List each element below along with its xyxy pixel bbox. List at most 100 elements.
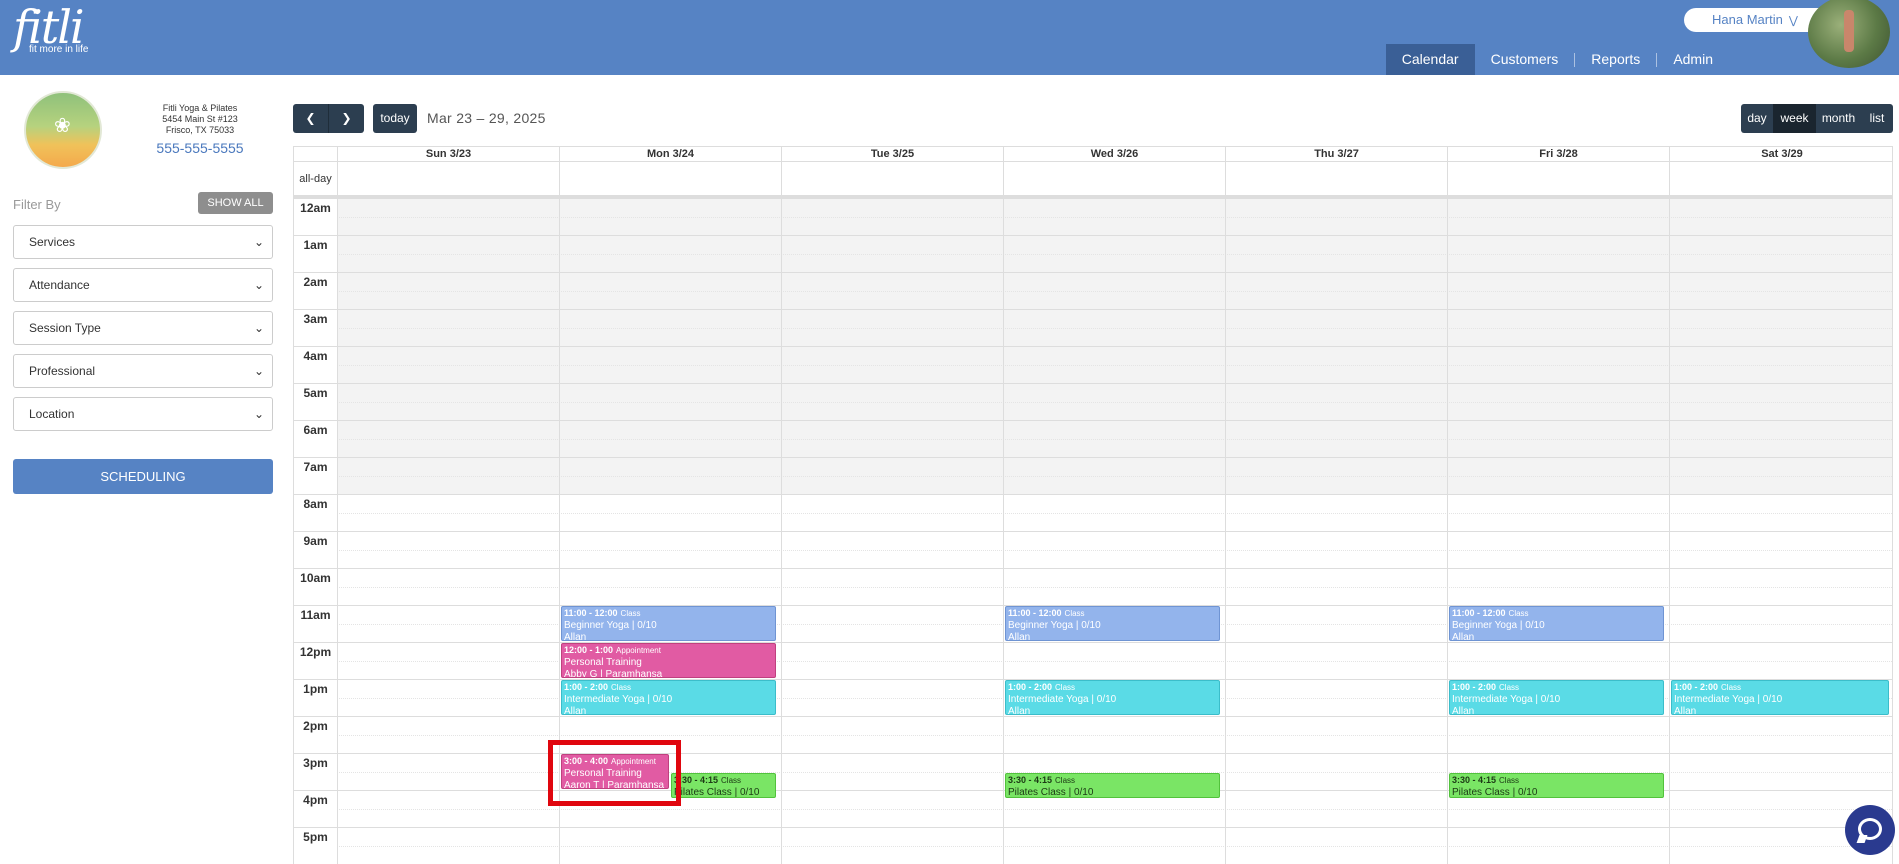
event-who: Allan <box>1008 632 1031 641</box>
event-kind: Class <box>1508 609 1529 618</box>
fitli-logo[interactable]: fitli fit more in life <box>13 4 88 55</box>
session-type-select-label: Session Type <box>29 321 101 335</box>
calendar-event[interactable]: 11:00 - 12:00 Class Beginner Yoga | 0/10 Al… <box>1449 606 1664 641</box>
calendar-event[interactable]: 1:00 - 2:00 Class Intermediate Yoga | 0/10… <box>1449 680 1664 715</box>
all-day-cell[interactable] <box>337 162 559 196</box>
day-header[interactable]: Sat 3/29 <box>1669 147 1892 161</box>
event-kind: Class <box>611 683 632 692</box>
chevron-down-icon: ⌄ <box>253 407 264 421</box>
chevron-left-icon: ❮ <box>305 111 316 125</box>
day-header[interactable]: Thu 3/27 <box>1225 147 1447 161</box>
time-label: 1pm <box>294 680 337 717</box>
calendar-event[interactable]: 3:30 - 4:15 Class Pilates Class | 0/10 <box>1005 772 1220 799</box>
event-time: 1:00 - 2:00 <box>1674 682 1719 692</box>
all-day-label: all-day <box>299 173 332 185</box>
nav-admin[interactable]: Admin <box>1657 44 1729 75</box>
calendar-event[interactable]: 11:00 - 12:00 Class Beginner Yoga | 0/10 Al… <box>1005 606 1220 641</box>
session-type-select[interactable]: Session Type ⌄ <box>13 311 273 345</box>
attendance-select[interactable]: Attendance ⌄ <box>13 268 273 302</box>
event-who: Allan <box>1452 706 1475 715</box>
event-kind: Class <box>620 609 641 618</box>
show-all-button[interactable]: SHOW ALL <box>198 192 273 214</box>
double-chevron-down-icon: ⋁ <box>1788 15 1798 27</box>
time-slot[interactable]: 2am <box>294 272 1892 310</box>
event-title: Pilates Class | 0/10 <box>1008 786 1094 798</box>
event-time-line: 1:00 - 2:00 Class <box>1674 681 1886 694</box>
chevron-down-icon: ⌄ <box>253 364 264 378</box>
prev-week-button[interactable]: ❮ <box>293 104 328 133</box>
time-label: 5pm <box>294 828 337 864</box>
calendar-event[interactable]: 1:00 - 2:00 Class Intermediate Yoga | 0/10… <box>1671 680 1889 715</box>
services-select[interactable]: Services ⌄ <box>13 225 273 259</box>
chevron-down-icon: ⌄ <box>253 321 264 335</box>
view-month-button[interactable]: month <box>1816 104 1861 133</box>
time-slot[interactable]: 5pm <box>294 827 1892 864</box>
calendar-event[interactable]: 12:00 - 1:00 Appointment Personal Training… <box>561 643 776 678</box>
view-day-button[interactable]: day <box>1741 104 1773 133</box>
time-slot[interactable]: 6am <box>294 420 1892 458</box>
time-slot[interactable]: 9am <box>294 531 1892 569</box>
day-header[interactable]: Wed 3/26 <box>1003 147 1225 161</box>
chat-button[interactable] <box>1845 805 1895 855</box>
scheduling-button[interactable]: SCHEDULING <box>13 459 273 494</box>
time-slot[interactable]: 4am <box>294 346 1892 384</box>
calendar-event[interactable]: 1:00 - 2:00 Class Intermediate Yoga | 0/10… <box>1005 680 1220 715</box>
time-slot[interactable]: 12am <box>294 198 1892 236</box>
event-kind: Class <box>1499 683 1520 692</box>
time-slot[interactable]: 12pm <box>294 642 1892 680</box>
time-slot[interactable]: 7am <box>294 457 1892 495</box>
nav-customers[interactable]: Customers <box>1475 44 1575 75</box>
time-label: 9am <box>294 532 337 569</box>
calendar-event[interactable]: 3:30 - 4:15 Class Pilates Class | 0/10 <box>1449 772 1664 799</box>
avatar[interactable] <box>1808 0 1890 68</box>
chevron-down-icon: ⌄ <box>253 278 264 292</box>
location-select[interactable]: Location ⌄ <box>13 397 273 431</box>
calendar-event[interactable]: 11:00 - 12:00 Class Beginner Yoga | 0/10 Al… <box>561 606 776 641</box>
event-who: Allan <box>1452 632 1475 641</box>
event-time-line: 1:00 - 2:00 Class <box>1452 681 1661 694</box>
nav-calendar[interactable]: Calendar <box>1385 44 1475 75</box>
view-week-button[interactable]: week <box>1773 104 1816 133</box>
location-select-label: Location <box>29 407 75 421</box>
day-header[interactable]: Mon 3/24 <box>559 147 781 161</box>
all-day-cell[interactable] <box>559 162 781 196</box>
day-header[interactable]: Fri 3/28 <box>1447 147 1669 161</box>
view-list-button[interactable]: list <box>1861 104 1893 133</box>
professional-select[interactable]: Professional ⌄ <box>13 354 273 388</box>
next-week-button[interactable]: ❯ <box>328 104 364 133</box>
time-slot[interactable]: 8am <box>294 494 1892 532</box>
all-day-cell[interactable] <box>1447 162 1669 196</box>
time-slot[interactable]: 5am <box>294 383 1892 421</box>
studio-phone[interactable]: 555-555-5555 <box>140 140 260 156</box>
calendar-event[interactable]: 1:00 - 2:00 Class Intermediate Yoga | 0/10… <box>561 680 776 715</box>
time-slot[interactable]: 2pm <box>294 716 1892 754</box>
event-kind: Class <box>1055 775 1076 785</box>
all-day-cell[interactable] <box>1003 162 1225 196</box>
event-time-line: 3:30 - 4:15 Class <box>1008 774 1217 787</box>
calendar-event[interactable]: 3:30 - 4:15 Class Pilates Class | 0/10 <box>671 772 776 799</box>
nav-reports[interactable]: Reports <box>1575 44 1656 75</box>
day-header[interactable]: Sun 3/23 <box>337 147 559 161</box>
time-label: 11am <box>294 606 337 643</box>
time-grid: 12am 1am 2am 3am 4am 5am 6am 7am 8am 9am 10am 11am 1… <box>294 198 1892 864</box>
all-day-cell[interactable] <box>1225 162 1447 196</box>
event-time: 3:30 - 4:15 <box>1452 774 1497 785</box>
day-header[interactable]: Tue 3/25 <box>781 147 1003 161</box>
event-time-line: 1:00 - 2:00 Class <box>1008 681 1217 694</box>
today-button[interactable]: today <box>373 104 417 133</box>
event-time-line: 11:00 - 12:00 Class <box>1008 607 1217 620</box>
services-select-label: Services <box>29 235 76 249</box>
time-slot[interactable]: 10am <box>294 568 1892 606</box>
event-title: Intermediate Yoga | 0/10 <box>1674 694 1783 705</box>
all-day-cell[interactable] <box>1669 162 1892 196</box>
all-day-cell[interactable] <box>781 162 1003 196</box>
event-who: Allan <box>564 632 587 641</box>
time-label: 2pm <box>294 717 337 754</box>
event-time: 3:30 - 4:15 <box>1008 774 1053 785</box>
time-slot[interactable]: 1am <box>294 235 1892 273</box>
time-slot[interactable]: 3am <box>294 309 1892 347</box>
event-time: 11:00 - 12:00 <box>1452 608 1506 618</box>
event-time: 1:00 - 2:00 <box>1008 682 1053 692</box>
time-label: 3pm <box>294 754 337 791</box>
time-label: 5am <box>294 384 337 421</box>
